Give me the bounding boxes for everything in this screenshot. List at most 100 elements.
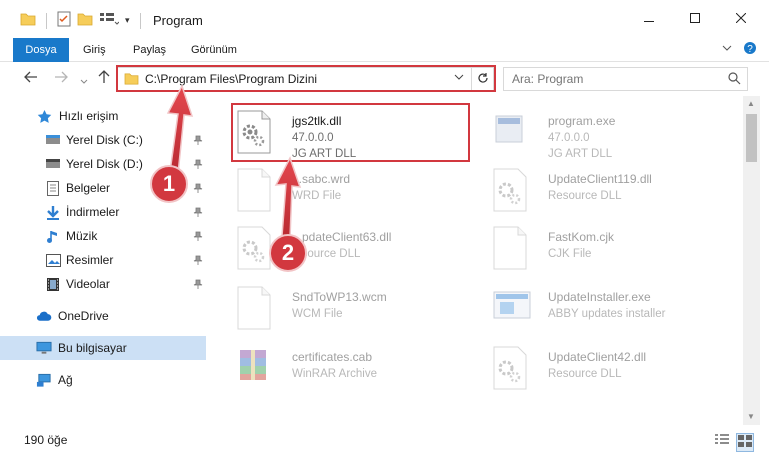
forward-icon[interactable] [54,70,68,86]
file-item-updateinstaller-exe[interactable]: UpdateInstaller.exe ABBY updates install… [492,280,732,340]
nav-item-music[interactable]: Müzik [0,224,206,248]
file-type: Resource DLL [548,190,622,202]
nav-label: İndirmeler [66,205,120,219]
archive-icon [236,346,276,392]
minimize-icon [644,12,654,26]
file-icon [492,226,532,272]
file-item-sndtowp13-wcm[interactable]: SndToWP13.wcm WCM File [236,280,476,340]
file-item-program-exe[interactable]: program.exe 47.0.0.0 JG ART DLL [492,104,732,164]
step-badge-2: 2 [269,234,307,272]
file-type: CJK File [548,248,592,260]
file-type: Resource DLL [548,368,622,380]
file-name: FastKom.cjk [548,230,615,244]
file-name: UpdateClient119.dll [548,172,652,186]
file-name: ...sabc.wrd [292,172,351,186]
expand-ribbon-icon[interactable] [722,42,732,56]
view-toggle [714,433,754,452]
nav-label: Hızlı erişim [59,109,119,123]
download-icon [45,204,61,220]
file-item-certificates-cab[interactable]: certificates.cab WinRAR Archive [236,340,476,400]
tab-view[interactable]: Görünüm [191,38,237,62]
nav-label: Videolar [66,277,110,291]
search-box[interactable] [503,67,748,91]
close-button[interactable] [718,0,764,38]
nav-label: OneDrive [58,309,109,323]
nav-item-pictures[interactable]: Resimler [0,248,206,272]
scroll-thumb[interactable] [746,114,757,162]
quick-access-toolbar: ▾ [20,11,145,30]
nav-label: Resimler [66,253,114,267]
pin-icon [193,206,203,220]
details-view-icon[interactable] [714,433,730,452]
tab-home[interactable]: Giriş [83,38,106,62]
exe-icon [492,110,532,156]
computer-icon [36,340,52,356]
vertical-scrollbar[interactable]: ▲ ▼ [743,96,760,425]
pin-icon [193,278,203,292]
file-version: 47.0.0.0 [548,132,590,144]
file-item-fastkom-cjk[interactable]: FastKom.cjk CJK File [492,220,732,280]
search-icon [728,72,741,88]
nav-item-disk-c[interactable]: Yerel Disk (C:) [0,128,206,152]
up-icon[interactable] [98,70,110,87]
file-type: WinRAR Archive [292,368,377,380]
nav-label: Ağ [58,373,73,387]
pin-icon [193,182,203,196]
nav-item-network[interactable]: Ağ [0,368,206,392]
minimize-button[interactable] [626,0,672,38]
pictures-icon [45,252,61,268]
dll-gear-icon [492,168,532,214]
drive-icon [45,132,61,148]
back-icon[interactable] [24,70,38,86]
recent-locations-icon[interactable] [80,72,88,88]
folder-icon [20,12,36,29]
new-folder-icon[interactable] [77,12,93,29]
tiles-view-icon[interactable] [736,433,754,452]
file-icon [236,286,276,332]
nav-label: Yerel Disk (C:) [66,133,143,147]
svg-text:?: ? [747,44,753,55]
pin-icon [193,134,203,148]
nav-item-quick-access[interactable]: Hızlı erişim [0,104,206,128]
scroll-down-icon[interactable]: ▼ [747,412,755,421]
file-type: WCM File [292,308,343,320]
file-item-updateclient119-dll[interactable]: UpdateClient119.dll Resource DLL [492,162,732,222]
ribbon: Dosya Giriş Paylaş Görünüm ? [0,38,769,98]
star-icon [36,108,52,124]
file-name: UpdateInstaller.exe [548,290,651,304]
nav-item-videos[interactable]: Videolar [0,272,206,296]
installer-icon [492,286,532,332]
file-description: JG ART DLL [548,148,613,160]
file-name: program.exe [548,114,616,128]
help-icon[interactable]: ? [743,41,757,58]
file-item-wrd[interactable]: ...sabc.wrd WRD File [236,162,476,222]
file-name: UpdateClient42.dll [548,350,647,364]
file-type: ABBY updates installer [548,308,666,320]
search-input[interactable] [504,68,704,90]
nav-label: Müzik [66,229,98,243]
pin-icon [193,158,203,172]
nav-item-onedrive[interactable]: OneDrive [0,304,206,328]
nav-label: Bu bilgisayar [58,341,127,355]
scroll-up-icon[interactable]: ▲ [747,99,755,108]
status-bar: 190 öğe [0,425,769,469]
dll-gear-icon [492,346,532,392]
cloud-icon [36,308,52,324]
title-bar: ▾ Program [0,0,769,38]
nav-label: Belgeler [66,181,111,195]
maximize-icon [690,12,700,26]
nav-item-this-pc[interactable]: Bu bilgisayar [0,336,206,360]
address-highlight-box [116,65,496,92]
file-item-updateclient42-dll[interactable]: UpdateClient42.dll Resource DLL [492,340,732,400]
file-name: ...pdateClient63.dll [292,230,392,244]
maximize-button[interactable] [672,0,718,38]
step-badge-1: 1 [150,165,188,203]
tab-share[interactable]: Paylaş [133,38,166,62]
nav-item-downloads[interactable]: İndirmeler [0,200,206,224]
view-options-icon[interactable] [99,12,120,29]
customize-toolbar-icon[interactable]: ▾ [125,15,130,26]
pin-icon [193,230,203,244]
properties-icon[interactable] [57,11,71,30]
document-icon [45,180,61,196]
file-name: SndToWP13.wcm [292,290,387,304]
